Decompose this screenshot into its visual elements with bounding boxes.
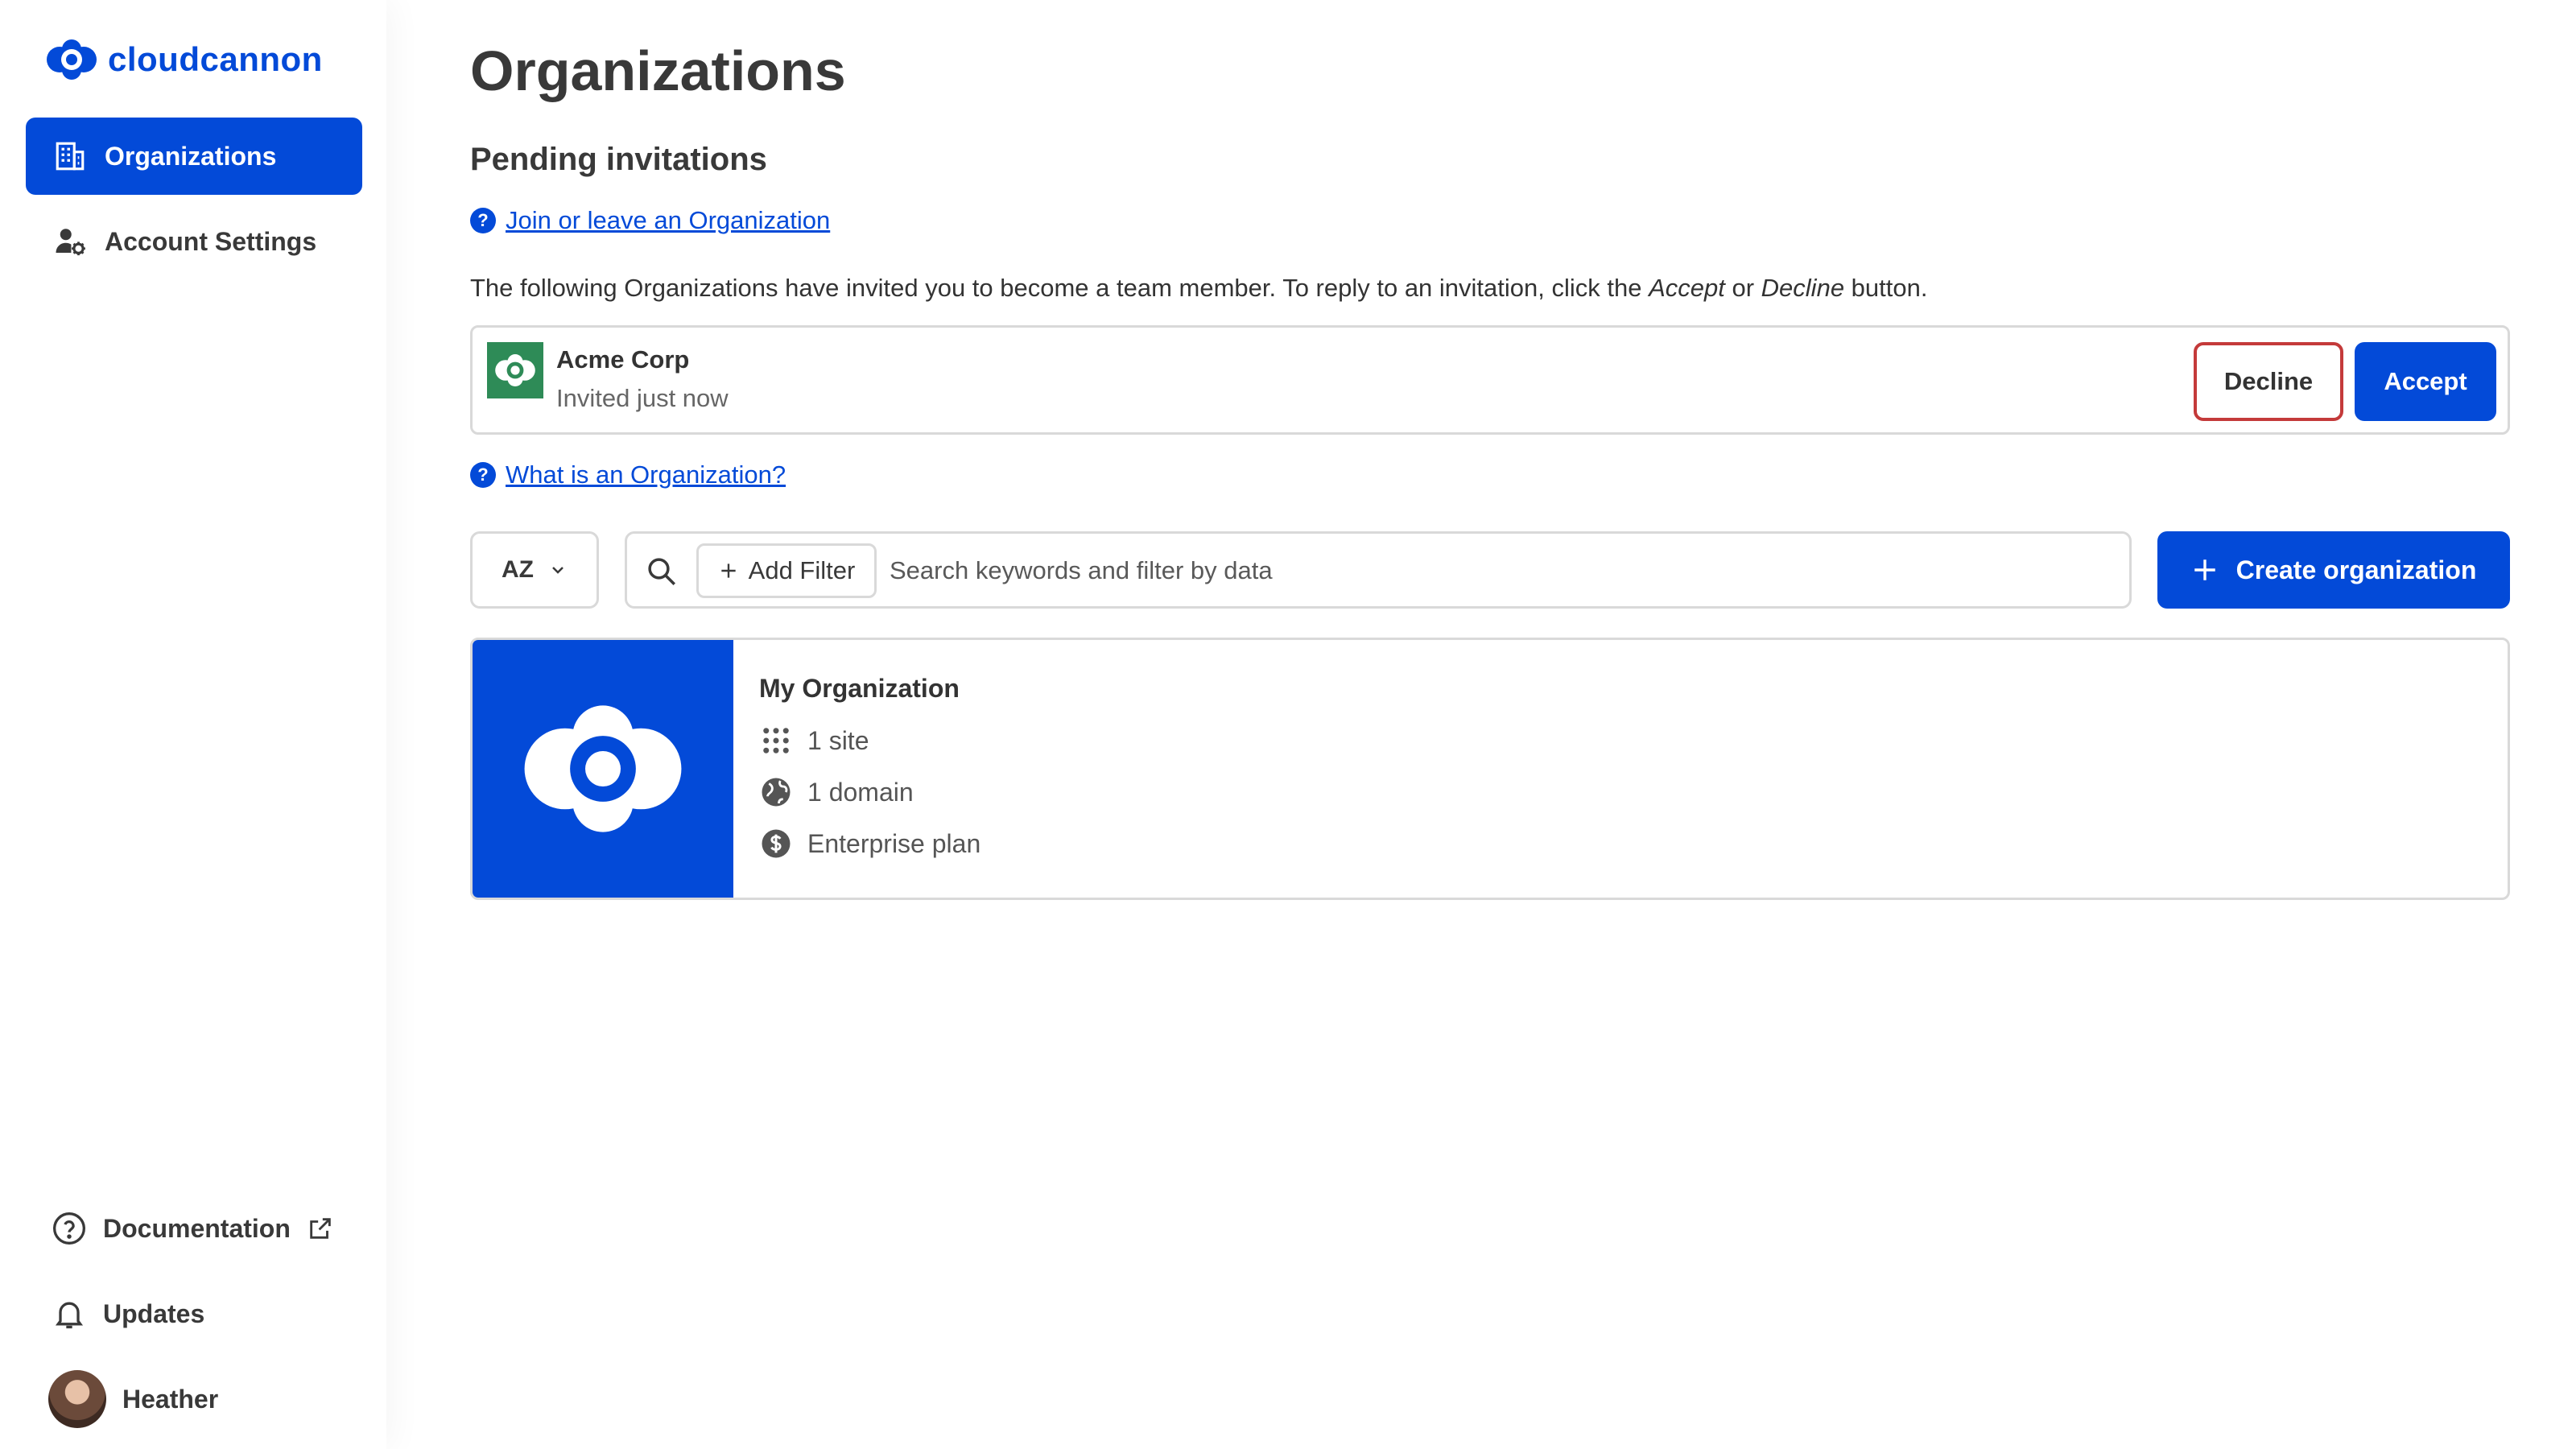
intro-text: The following Organizations have invited… [470,274,1649,302]
brand-name: cloudcannon [108,40,323,78]
external-link-icon [310,1218,331,1239]
organization-plan: Enterprise plan [759,827,980,861]
organization-sites: 1 site [759,724,869,758]
what-is-link-text: What is an Organization? [506,460,786,489]
dollar-circle-icon [762,829,791,858]
cloudcannon-logo-icon [47,39,97,80]
plus-icon [2194,559,2215,580]
organization-logo [473,640,733,898]
intro-decline-text: Decline [1761,274,1845,302]
grid-dots-icon [763,728,789,753]
invite-org-name: Acme Corp [556,345,690,374]
search-icon [648,558,675,585]
sort-button[interactable]: AZ [470,531,599,609]
organization-domains: 1 domain [759,775,914,809]
intro-or-text: or [1724,274,1761,302]
sidebar-item-organizations[interactable]: Organizations [26,118,362,195]
create-organization-button[interactable]: Create organization [2157,531,2510,609]
add-filter-label: Add Filter [748,556,856,584]
sidebar-item-account-settings[interactable]: Account Settings [26,203,362,280]
bell-icon [55,1302,84,1329]
join-leave-help-link[interactable]: ? Join or leave an Organization [470,206,830,235]
cloudcannon-logo-icon [495,354,535,386]
what-is-organization-link[interactable]: ? What is an Organization? [470,460,786,489]
main-content: Organizations Pending invitations ? Join… [470,0,2515,1449]
page-title: Organizations [470,39,846,102]
user-gear-icon [56,229,85,256]
user-name: Heather [122,1384,219,1414]
sites-count: 1 site [807,725,869,755]
globe-icon [762,778,791,807]
sidebar-item-label: Account Settings [105,226,317,256]
avatar [48,1370,106,1428]
plus-icon [720,564,736,578]
plan-name: Enterprise plan [807,828,981,858]
intro-accept-text: Accept [1649,274,1725,302]
organization-name: My Organization [759,674,960,703]
sort-az-icon: AZ [502,556,534,583]
cloudcannon-logo-icon [524,705,682,832]
sidebar: cloudcannon Organizations Account Settin… [0,0,386,1449]
accept-button[interactable]: Accept [2355,342,2496,421]
help-circle-icon [53,1212,85,1245]
join-leave-link-text: Join or leave an Organization [506,206,831,234]
pending-invitations-title: Pending invitations [470,142,767,177]
chevron-down-icon [552,567,564,574]
invite-status: Invited just now [556,384,729,412]
search-input[interactable] [890,545,2097,597]
question-icon: ? [470,462,496,488]
building-icon [56,142,85,171]
question-icon: ? [470,208,496,233]
create-organization-label: Create organization [2235,555,2477,584]
search-bar: Add Filter [625,531,2132,609]
acme-logo [487,342,543,398]
intro-after-text: button. [1844,274,1928,302]
add-filter-button[interactable]: Add Filter [696,543,877,598]
sidebar-item-updates[interactable]: Updates [52,1296,204,1331]
invitation-card: Acme Corp Invited just now Decline Accep… [470,325,2510,435]
brand-logo[interactable]: cloudcannon [43,35,323,84]
invitation-instructions: The following Organizations have invited… [470,274,1927,303]
sidebar-item-user[interactable]: Heather [48,1370,218,1428]
decline-button[interactable]: Decline [2194,342,2343,421]
sidebar-item-label: Documentation [103,1213,291,1243]
organization-card[interactable]: My Organization 1 site 1 domain Enterpri… [470,638,2510,900]
sidebar-item-label: Organizations [105,141,277,171]
domains-count: 1 domain [807,777,914,807]
sidebar-item-documentation[interactable]: Documentation [52,1211,334,1246]
sidebar-item-label: Updates [103,1298,205,1328]
